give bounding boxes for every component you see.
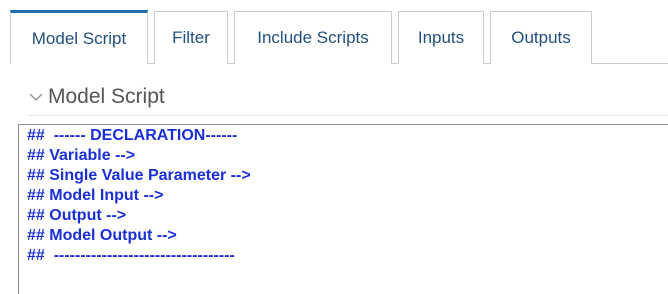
tab-outputs[interactable]: Outputs xyxy=(490,11,592,64)
model-script-panel: Model Script Filter Include Scripts Inpu… xyxy=(0,0,668,294)
script-editor[interactable]: ## ------ DECLARATION------ ## Variable … xyxy=(18,124,668,294)
code-line: ## Model Output --> xyxy=(27,227,177,244)
tab-label: Filter xyxy=(172,28,210,47)
chevron-down-icon xyxy=(29,93,43,101)
tab-model-script[interactable]: Model Script xyxy=(10,10,148,64)
code-line: ## Output --> xyxy=(27,207,127,224)
code-line: ## Model Input --> xyxy=(27,187,164,204)
tab-label: Include Scripts xyxy=(257,28,369,47)
code-line: ## Single Value Parameter --> xyxy=(27,167,251,184)
section-toggle[interactable]: Model Script xyxy=(28,82,165,112)
code-line: ## Variable --> xyxy=(27,147,136,164)
tab-include-scripts[interactable]: Include Scripts xyxy=(234,11,392,64)
section-title: Model Script xyxy=(48,85,165,108)
tab-bar: Model Script Filter Include Scripts Inpu… xyxy=(10,10,668,64)
tab-label: Outputs xyxy=(511,28,571,47)
section-divider xyxy=(28,115,668,116)
code-line: ## ---------------------------------- xyxy=(27,247,235,264)
tab-label: Inputs xyxy=(417,28,465,47)
tab-label: Model Script xyxy=(31,28,127,48)
tab-inputs[interactable]: Inputs xyxy=(398,11,484,64)
tab-filter[interactable]: Filter xyxy=(154,11,228,64)
code-line: ## ------ DECLARATION------ xyxy=(27,127,238,144)
